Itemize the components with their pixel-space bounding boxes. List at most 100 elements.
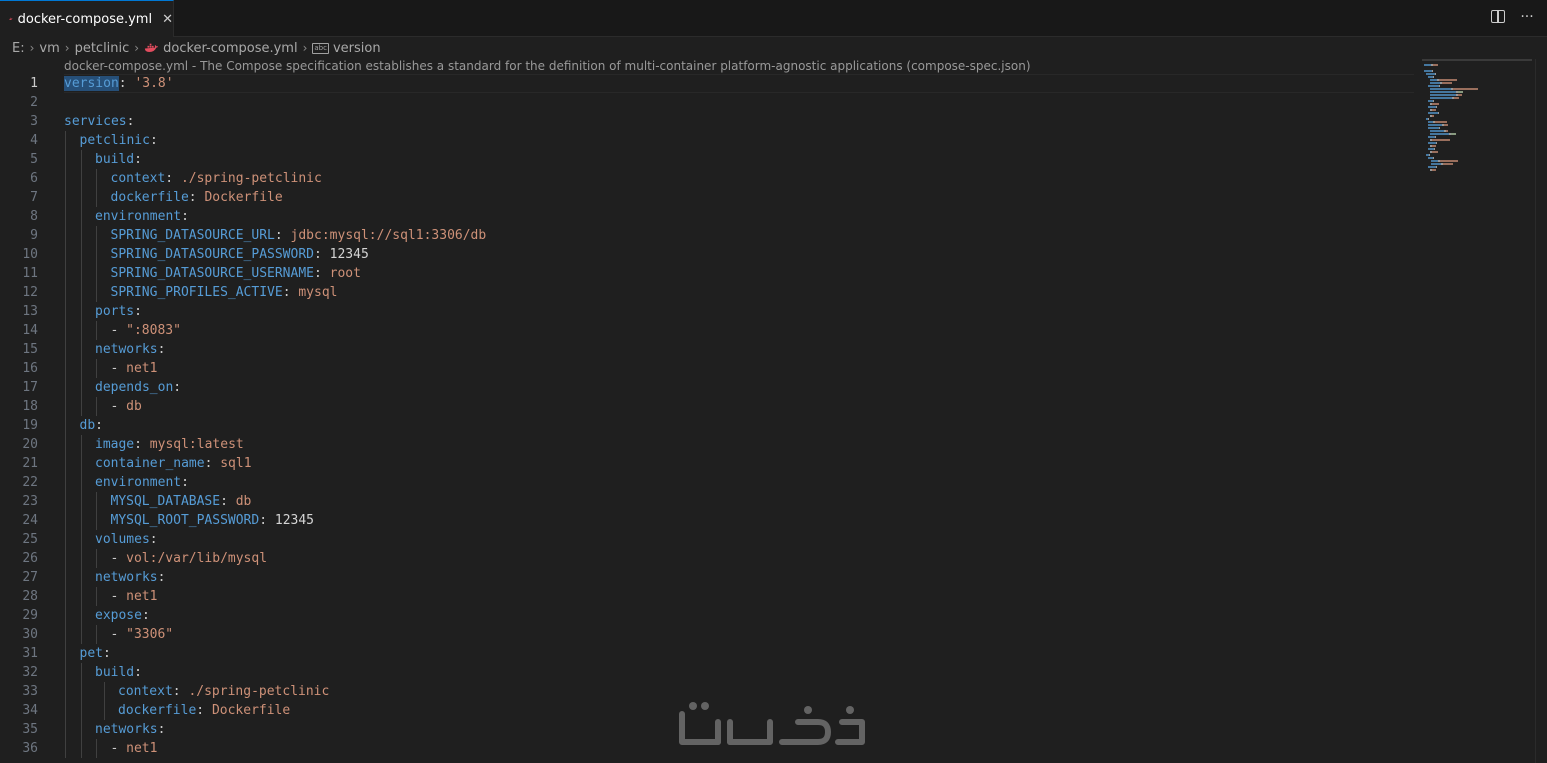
code-line[interactable]: 30 - "3306"	[0, 625, 1420, 644]
line-number: 14	[22, 323, 38, 338]
code-text: dockerfile: Dockerfile	[118, 701, 290, 720]
yaml-punct: :	[134, 152, 142, 167]
minimap-token	[1430, 133, 1449, 135]
code-lines[interactable]: 1 version: '3.8' 2 3 services: 4 petclinic: 5 bu…	[0, 74, 1420, 758]
code-line[interactable]: 7 dockerfile: Dockerfile	[0, 188, 1420, 207]
code-line[interactable]: 16 - net1	[0, 359, 1420, 378]
code-line[interactable]: 4 petclinic:	[0, 131, 1420, 150]
code-text: - net1	[111, 587, 158, 606]
code-editor[interactable]: docker-compose.yml - The Compose specifi…	[0, 59, 1420, 763]
breadcrumb-drive[interactable]: E:	[12, 41, 25, 56]
code-line[interactable]: 13 ports:	[0, 302, 1420, 321]
line-number: 4	[30, 133, 38, 148]
code-text: environment:	[95, 207, 189, 226]
code-line[interactable]: 6 context: ./spring-petclinic	[0, 169, 1420, 188]
indent-guide	[96, 549, 97, 568]
indent-guide	[80, 511, 82, 530]
close-icon[interactable]: ✕	[162, 12, 173, 27]
breadcrumb-folder-petclinic[interactable]: petclinic	[75, 41, 130, 56]
indent-guide	[80, 473, 82, 492]
schema-codelens[interactable]: docker-compose.yml - The Compose specifi…	[64, 59, 1031, 74]
split-editor-icon[interactable]	[1491, 10, 1505, 23]
indent-guide	[65, 397, 66, 416]
vertical-scrollbar[interactable]	[1535, 59, 1547, 763]
yaml-key: MYSQL_DATABASE	[110, 494, 221, 509]
code-text: services:	[64, 112, 134, 131]
code-line[interactable]: 18 - db	[0, 397, 1420, 416]
code-line[interactable]: 3 services:	[0, 112, 1420, 131]
code-line[interactable]: 11 SPRING_DATASOURCE_USERNAME: root	[0, 264, 1420, 283]
minimap-token	[1453, 88, 1478, 90]
minimap-token	[1432, 115, 1434, 117]
tab-bar: docker-compose.yml ✕ ···	[0, 0, 1547, 37]
code-line[interactable]: 28 - net1	[0, 587, 1420, 606]
minimap[interactable]	[1420, 59, 1535, 763]
yaml-punct: :	[181, 475, 189, 490]
indent-guide	[65, 416, 66, 435]
yaml-key: volumes	[95, 532, 150, 547]
yaml-punct: -	[110, 399, 127, 414]
code-line[interactable]: 5 build:	[0, 150, 1420, 169]
code-text: pet:	[80, 644, 111, 663]
code-line[interactable]: 12 SPRING_PROFILES_ACTIVE: mysql	[0, 283, 1420, 302]
code-line[interactable]: 24 MYSQL_ROOT_PASSWORD: 12345	[0, 511, 1420, 530]
line-number: 20	[22, 437, 38, 452]
code-line[interactable]: 2	[0, 93, 1420, 112]
code-line[interactable]: 1 version: '3.8'	[0, 74, 1420, 93]
yaml-punct: :	[157, 722, 166, 737]
code-line[interactable]: 10 SPRING_DATASOURCE_PASSWORD: 12345	[0, 245, 1420, 264]
yaml-punct: :	[181, 209, 189, 224]
code-line[interactable]: 32 build:	[0, 663, 1420, 682]
yaml-key: networks	[95, 342, 158, 357]
code-text: MYSQL_ROOT_PASSWORD: 12345	[111, 511, 315, 530]
line-number: 17	[22, 380, 38, 395]
code-line[interactable]: 25 volumes:	[0, 530, 1420, 549]
code-line[interactable]: 23 MYSQL_DATABASE: db	[0, 492, 1420, 511]
minimap-token	[1458, 94, 1462, 96]
minimap-token	[1428, 166, 1436, 168]
code-line[interactable]: 21 container_name: sql1	[0, 454, 1420, 473]
indent-guide	[65, 606, 66, 625]
yaml-value: '3.8'	[134, 76, 174, 91]
indent-guide	[80, 207, 82, 226]
code-line[interactable]: 19 db:	[0, 416, 1420, 435]
yaml-value: mysql:latest	[149, 437, 244, 452]
yaml-value: 12345	[274, 513, 315, 528]
indent-guide	[80, 245, 82, 264]
indent-guide	[80, 188, 82, 207]
yaml-key: environment	[95, 475, 182, 490]
more-actions-icon[interactable]: ···	[1519, 9, 1535, 25]
indent-guide	[65, 473, 66, 492]
code-line[interactable]: 22 environment:	[0, 473, 1420, 492]
minimap-token	[1429, 154, 1430, 156]
code-line[interactable]: 31 pet:	[0, 644, 1420, 663]
yaml-key: build	[95, 152, 135, 167]
minimap-token	[1430, 82, 1440, 84]
code-line[interactable]: 9 SPRING_DATASOURCE_URL: jdbc:mysql://sql…	[0, 226, 1420, 245]
indent-guide	[80, 587, 82, 606]
code-line[interactable]: 26 - vol:/var/lib/mysql	[0, 549, 1420, 568]
code-line[interactable]: 20 image: mysql:latest	[0, 435, 1420, 454]
code-line[interactable]: 14 - ":8083"	[0, 321, 1420, 340]
minimap-token	[1430, 97, 1452, 99]
minimap-token	[1435, 73, 1436, 75]
breadcrumb-folder-vm[interactable]: vm	[39, 41, 59, 56]
code-line[interactable]: 15 networks:	[0, 340, 1420, 359]
code-line[interactable]: 8 environment:	[0, 207, 1420, 226]
code-line[interactable]: 27 networks:	[0, 568, 1420, 587]
yaml-value: ":8083"	[126, 323, 181, 338]
indent-guide	[65, 207, 66, 226]
line-number: 36	[22, 741, 38, 756]
minimap-token	[1435, 121, 1447, 123]
code-line[interactable]: 29 expose:	[0, 606, 1420, 625]
tab-docker-compose[interactable]: docker-compose.yml ✕	[0, 0, 174, 37]
minimap-token	[1433, 157, 1434, 159]
line-number: 33	[22, 684, 38, 699]
breadcrumb-symbol[interactable]: version	[333, 41, 381, 56]
breadcrumb-file[interactable]: docker-compose.yml	[163, 41, 297, 56]
indent-guide	[65, 340, 66, 359]
minimap-token	[1430, 88, 1451, 90]
code-line[interactable]: 17 depends_on:	[0, 378, 1420, 397]
code-line[interactable]: 33 context: ./spring-petclinic	[0, 682, 1420, 701]
indent-guide	[65, 245, 66, 264]
